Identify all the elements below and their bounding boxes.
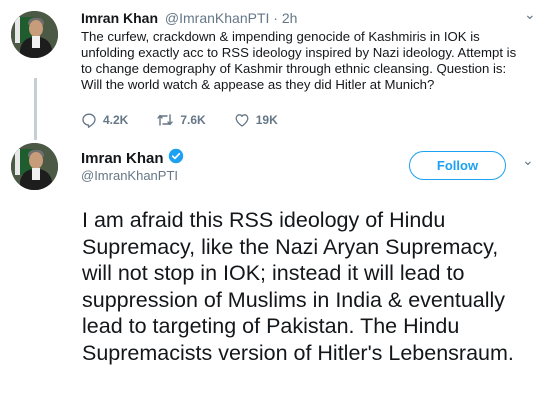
reply-icon xyxy=(82,113,96,128)
tweet-actions: 4.2K 7.6K 19K xyxy=(81,110,306,130)
avatar[interactable] xyxy=(11,11,58,58)
author-name[interactable]: Imran Khan xyxy=(81,10,158,26)
separator-dot: · xyxy=(273,10,278,26)
avatar[interactable] xyxy=(11,143,58,190)
retweet-button[interactable]: 7.6K xyxy=(156,112,206,128)
reply-count: 4.2K xyxy=(103,113,129,127)
chevron-down-icon[interactable]: ⌄ xyxy=(524,6,536,23)
like-button[interactable]: 19K xyxy=(234,112,278,128)
thread-connector-line xyxy=(34,78,37,140)
chevron-down-icon[interactable]: ⌄ xyxy=(522,152,534,169)
author-handle[interactable]: @ImranKhanPTI xyxy=(81,168,178,183)
tweet-text: I am afraid this RSS ideology of Hindu S… xyxy=(82,208,514,365)
author-name-row: Imran Khan xyxy=(81,148,184,168)
tweet-text: The curfew, crackdown & impending genoci… xyxy=(81,29,517,92)
author-handle[interactable]: @ImranKhanPTI xyxy=(165,10,269,26)
author-name[interactable]: Imran Khan xyxy=(81,150,164,167)
follow-button[interactable]: Follow xyxy=(409,151,506,180)
retweet-count: 7.6K xyxy=(180,113,206,127)
like-count: 19K xyxy=(255,113,278,127)
tweet-timestamp[interactable]: 2h xyxy=(282,10,298,26)
reply-button[interactable]: 4.2K xyxy=(81,112,128,128)
tweet-header: Imran Khan @ImranKhanPTI · 2h xyxy=(81,10,297,26)
verified-badge-icon xyxy=(168,148,184,168)
retweet-icon xyxy=(157,114,174,126)
heart-icon xyxy=(235,114,249,127)
